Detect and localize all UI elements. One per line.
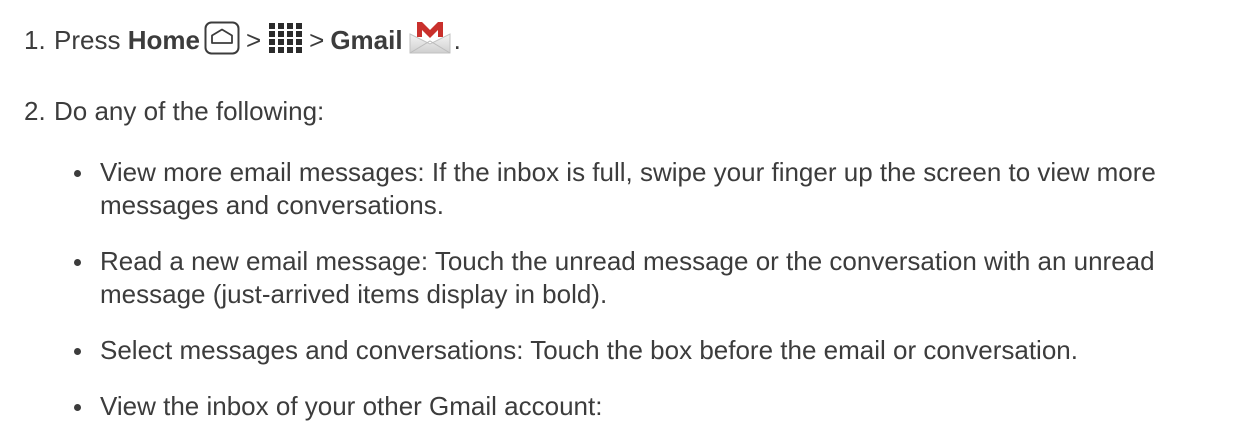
- step-text-press: Press: [54, 25, 121, 55]
- instruction-page: 1. Press Home > > Gmail . 2. Do any of t…: [0, 0, 1256, 430]
- bullet-icon: [74, 404, 81, 411]
- step-number: 1.: [24, 25, 46, 55]
- bullet-icon: [74, 170, 81, 177]
- list-item: Select messages and conversations: Touch…: [72, 334, 1242, 367]
- home-label: Home: [127, 25, 200, 55]
- list-item-text: Read a new email message: Touch the unre…: [100, 246, 1155, 309]
- options-list: View more email messages: If the inbox i…: [72, 156, 1242, 423]
- list-item-text: View the inbox of your other Gmail accou…: [100, 391, 603, 421]
- list-item-text: Select messages and conversations: Touch…: [100, 335, 1078, 365]
- step-period: .: [453, 25, 461, 55]
- bullet-icon: [74, 259, 81, 266]
- separator: >: [309, 25, 325, 55]
- separator: >: [245, 25, 262, 55]
- step-2: 2. Do any of the following:: [24, 95, 324, 127]
- list-item: View more email messages: If the inbox i…: [72, 156, 1242, 222]
- step-number: 2.: [24, 96, 46, 126]
- list-item: Read a new email message: Touch the unre…: [72, 245, 1242, 311]
- step-1: 1. Press Home > > Gmail .: [24, 20, 461, 56]
- gmail-envelope-icon: [407, 20, 453, 54]
- home-button-icon: [204, 21, 240, 55]
- gmail-label: Gmail: [330, 25, 403, 55]
- step-text: Do any of the following:: [54, 96, 325, 126]
- list-item: View the inbox of your other Gmail accou…: [72, 390, 1242, 423]
- bullet-icon: [74, 348, 81, 355]
- apps-grid-icon: [267, 20, 303, 54]
- list-item-text: View more email messages: If the inbox i…: [100, 157, 1156, 220]
